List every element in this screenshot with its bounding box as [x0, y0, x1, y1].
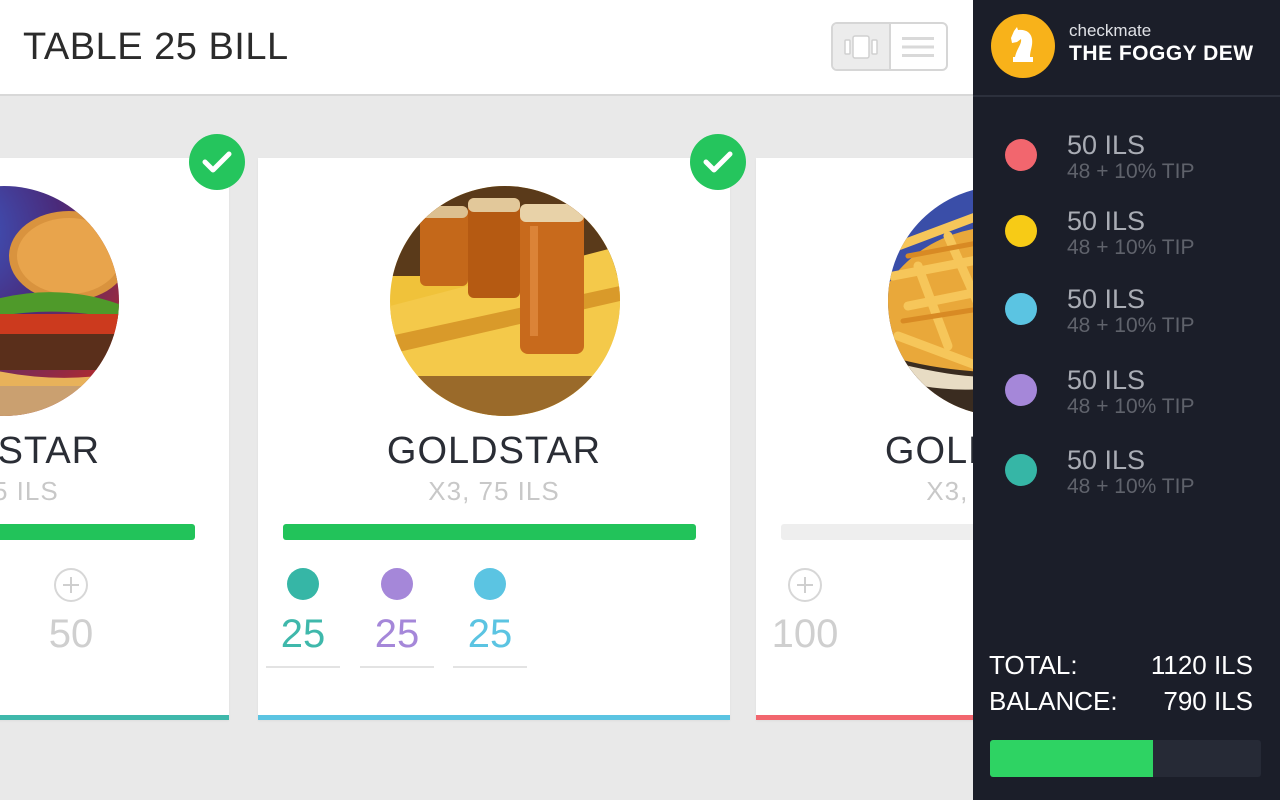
diner-row[interactable]: 50 ILS 48 + 10% TIP [1005, 365, 1265, 421]
diner-dot [474, 568, 506, 600]
item-name: GOLDSTAR [0, 430, 101, 472]
add-share[interactable]: 100 [765, 568, 845, 656]
diner-color-dot [1005, 139, 1037, 171]
venue-name: THE FOGGY DEW [1069, 42, 1254, 65]
burger-photo [0, 186, 119, 416]
diner-row[interactable]: 50 ILS 48 + 10% TIP [1005, 445, 1265, 501]
item-quantity-price: X3, 75 ILS [926, 476, 973, 506]
payment-progress-bar [990, 740, 1261, 777]
item-paid-progress [781, 524, 973, 540]
diner-share[interactable]: 25 [266, 568, 340, 668]
plus-icon[interactable] [54, 568, 88, 602]
card-accent-bar [258, 715, 730, 720]
diner-detail: 48 + 10% TIP [1067, 160, 1195, 183]
page-title: TABLE 25 BILL [23, 26, 289, 68]
card-view-icon [844, 34, 878, 60]
diner-row[interactable]: 50 ILS 48 + 10% TIP [1005, 206, 1265, 262]
diner-amount: 50 ILS [1067, 445, 1146, 475]
balance-value: 790 ILS [1163, 686, 1253, 716]
diner-detail: 48 + 10% TIP [1067, 395, 1195, 418]
diner-dot [287, 568, 319, 600]
app-name: checkmate [1069, 21, 1152, 40]
card-accent-bar [0, 715, 229, 720]
item-paid-progress [0, 524, 195, 540]
total-label: TOTAL: [989, 650, 1078, 680]
bill-items-carousel[interactable]: GOLDSTAR X3, 75 ILS 25 50 [0, 98, 973, 800]
diner-color-dot [1005, 374, 1037, 406]
item-quantity-price: X3, 75 ILS [0, 476, 59, 506]
diner-amount: 50 ILS [1067, 130, 1146, 160]
balance-label: BALANCE: [989, 686, 1118, 716]
brand-header: checkmate THE FOGGY DEW [973, 0, 1280, 97]
knight-logo-icon [991, 14, 1055, 78]
diner-amount: 50 ILS [1067, 365, 1146, 395]
diner-row[interactable]: 50 ILS 48 + 10% TIP [1005, 130, 1265, 186]
diner-share[interactable]: 25 [453, 568, 527, 668]
paid-check-icon [189, 134, 245, 190]
item-name: GOLDSTAR [884, 430, 973, 472]
share-amount: 25 [374, 612, 420, 656]
total-value: 1120 ILS [1150, 650, 1253, 680]
diner-color-dot [1005, 454, 1037, 486]
list-view-button[interactable] [891, 24, 947, 69]
bill-item-card[interactable]: GOLDSTAR X3, 75 ILS 25 25 25 [258, 158, 730, 720]
item-paid-progress [283, 524, 696, 540]
diner-detail: 48 + 10% TIP [1067, 475, 1195, 498]
bill-item-card[interactable]: GOLDSTAR X3, 75 ILS 25 50 [0, 158, 229, 720]
diner-color-dot [1005, 293, 1037, 325]
diner-share[interactable]: 25 [360, 568, 434, 668]
diner-row[interactable]: 50 ILS 48 + 10% TIP [1005, 284, 1265, 340]
diner-dot [381, 568, 413, 600]
card-accent-bar [756, 715, 973, 720]
diner-detail: 48 + 10% TIP [1067, 236, 1195, 259]
diner-amount: 50 ILS [1067, 206, 1146, 236]
paid-check-icon [690, 134, 746, 190]
beer-photo [390, 186, 620, 416]
list-view-icon [902, 35, 935, 59]
plus-icon[interactable] [788, 568, 822, 602]
card-view-button[interactable] [833, 24, 891, 69]
remaining-amount: 50 [48, 612, 94, 656]
item-quantity-price: X3, 75 ILS [428, 476, 560, 506]
fries-photo [888, 186, 973, 416]
header-bar: TABLE 25 BILL [0, 0, 973, 96]
item-name: GOLDSTAR [386, 430, 602, 472]
share-amount: 25 [467, 612, 513, 656]
view-toggle [831, 22, 948, 71]
diner-amount: 50 ILS [1067, 284, 1146, 314]
remaining-amount: 100 [771, 612, 839, 656]
share-amount: 25 [280, 612, 326, 656]
bill-item-card[interactable]: GOLDSTAR X3, 75 ILS 100 [756, 158, 973, 720]
add-share[interactable]: 50 [31, 568, 111, 656]
diner-color-dot [1005, 215, 1037, 247]
diner-sidebar: checkmate THE FOGGY DEW 50 ILS 48 + 10% … [973, 0, 1280, 800]
diner-detail: 48 + 10% TIP [1067, 314, 1195, 337]
